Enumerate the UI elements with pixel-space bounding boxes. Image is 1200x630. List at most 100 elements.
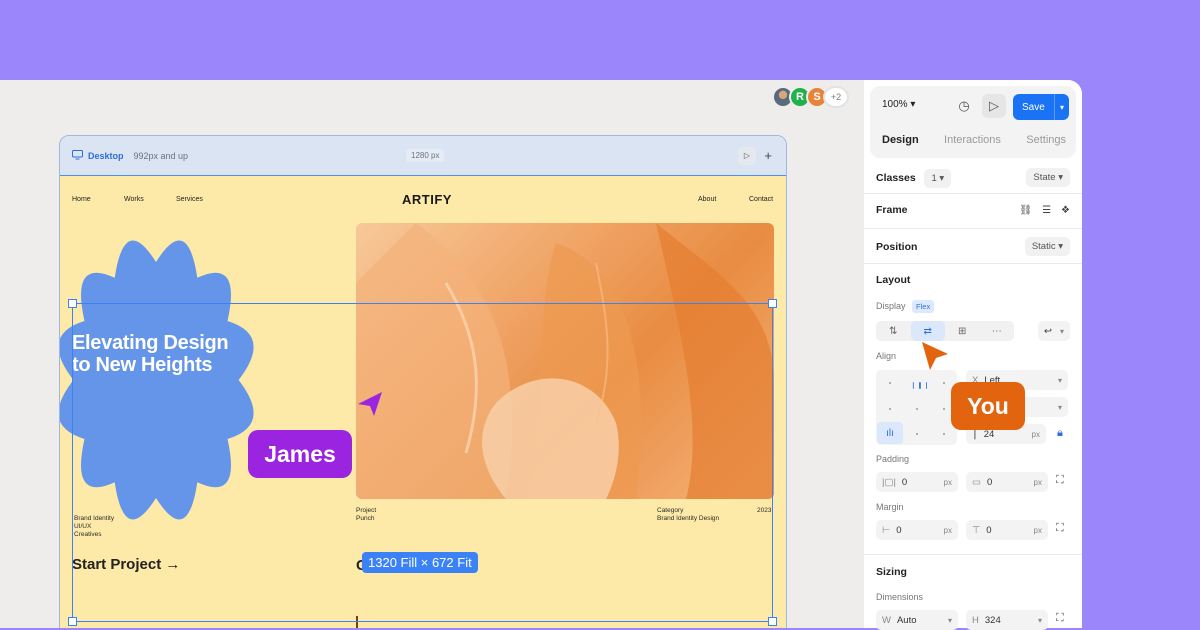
- align-dot[interactable]: [943, 408, 945, 410]
- margin-unit: px: [1033, 525, 1042, 535]
- align-dot[interactable]: [943, 382, 945, 384]
- width-value: Auto: [896, 614, 917, 626]
- classes-count: 1: [931, 172, 937, 184]
- add-breakpoint-icon[interactable]: +: [764, 148, 772, 163]
- nav-link-services[interactable]: Services: [176, 196, 203, 203]
- state-select[interactable]: State ▾: [1026, 168, 1070, 187]
- properties-panel: 100% ▾ ◷ ▷ Save ▾ Design Interactions Se…: [864, 80, 1082, 630]
- preview-play-icon[interactable]: ▷: [982, 94, 1006, 118]
- dimensions-label: Dimensions: [876, 592, 924, 602]
- divider: [864, 263, 1082, 264]
- display-mode-toggle: ⇅ ⇄ ⊞ ⋯: [876, 321, 1014, 341]
- height-select[interactable]: H 324 ▾: [966, 610, 1048, 630]
- align-bottom-left-icon[interactable]: ılı: [877, 422, 903, 444]
- breakpoint-range: 992px and up: [133, 150, 189, 161]
- margin-label: Margin: [876, 502, 904, 512]
- tab-interactions[interactable]: Interactions: [944, 134, 1001, 146]
- you-cursor-label: You: [951, 382, 1025, 430]
- align-label: Align: [876, 351, 897, 361]
- margin-unit: px: [943, 525, 952, 535]
- frame-row: Frame ⛓ ☰ ❖: [876, 204, 1070, 216]
- state-label: State: [1033, 172, 1056, 183]
- padding-horizontal-input[interactable]: |▢| 0 px: [876, 472, 958, 492]
- gap-value: 24: [983, 428, 995, 440]
- breakpoint-device[interactable]: Desktop: [88, 151, 124, 161]
- width-select[interactable]: W Auto ▾: [876, 610, 958, 630]
- padding-vertical-icon: ▭: [972, 476, 981, 488]
- tab-design[interactable]: Design: [882, 134, 919, 146]
- stack-vertical-icon[interactable]: ⇅: [876, 321, 911, 341]
- chevron-down-icon: ▾: [907, 99, 916, 110]
- you-cursor-icon: [922, 342, 948, 370]
- align-dot[interactable]: [943, 433, 945, 435]
- divider: [864, 228, 1082, 229]
- align-dot[interactable]: [889, 408, 891, 410]
- nav-link-home[interactable]: Home: [72, 196, 91, 203]
- display-row: Display Flex: [876, 300, 935, 313]
- padding-vertical-input[interactable]: ▭ 0 px: [966, 472, 1048, 492]
- grid-icon[interactable]: ⊞: [945, 321, 980, 341]
- margin-vertical-input[interactable]: ⊤ 0 px: [966, 520, 1048, 540]
- tab-settings[interactable]: Settings: [1026, 134, 1066, 146]
- resize-handle[interactable]: [68, 617, 77, 626]
- chevron-down-icon[interactable]: ▾: [1054, 94, 1069, 120]
- chevron-down-icon: ▾: [1057, 375, 1062, 385]
- frame-label: Frame: [876, 204, 908, 216]
- resize-handle[interactable]: [68, 299, 77, 308]
- margin-individual-icon[interactable]: ⛶: [1056, 522, 1064, 535]
- more-icon[interactable]: ⋯: [980, 321, 1015, 341]
- nav-link-about[interactable]: About: [698, 196, 716, 203]
- position-row: Position Static ▾: [876, 237, 1070, 256]
- selection-outline[interactable]: [72, 303, 773, 622]
- align-dot[interactable]: [889, 382, 891, 384]
- margin-vertical-value: 0: [986, 524, 992, 536]
- divider: [864, 554, 1082, 555]
- height-value: 324: [984, 614, 1001, 626]
- padding-individual-icon[interactable]: ⛶: [1056, 474, 1064, 487]
- resize-handle[interactable]: [768, 299, 777, 308]
- breakpoint-width: 1280 px: [406, 149, 445, 162]
- display-label: Display: [876, 301, 906, 311]
- component-icon[interactable]: ❖: [1061, 205, 1070, 216]
- resize-handle[interactable]: [768, 617, 777, 626]
- lock-icon[interactable]: 🔒︎: [1057, 427, 1063, 440]
- height-label: H: [972, 614, 979, 626]
- margin-horizontal-input[interactable]: ⊢ 0 px: [876, 520, 958, 540]
- aspect-ratio-icon[interactable]: ⛶: [1056, 612, 1064, 625]
- nav-link-works[interactable]: Works: [124, 196, 144, 203]
- classes-label: Classes: [876, 171, 916, 184]
- database-icon[interactable]: ☰: [1042, 205, 1051, 216]
- align-dot[interactable]: [916, 433, 918, 435]
- position-value: Static: [1031, 241, 1056, 252]
- save-label: Save: [1022, 101, 1045, 113]
- stack-horizontal-icon[interactable]: ⇄: [910, 321, 945, 341]
- nav-link-contact[interactable]: Contact: [749, 196, 773, 203]
- monitor-icon: [72, 149, 83, 162]
- chevron-down-icon: ▾: [1057, 402, 1062, 412]
- sizing-row: Sizing: [876, 566, 1070, 578]
- layout-label: Layout: [876, 274, 911, 286]
- collaborator-avatars: R S +2: [772, 86, 849, 108]
- preview-play-icon[interactable]: ▷: [738, 146, 756, 165]
- link-icon[interactable]: ⛓: [1019, 205, 1032, 216]
- more-collaborators-button[interactable]: +2: [823, 86, 849, 108]
- classes-row: Classes 1 ▾ State ▾: [876, 168, 1070, 188]
- width-label: W: [882, 614, 891, 626]
- classes-count-select[interactable]: 1 ▾: [924, 168, 952, 188]
- alignment-grid[interactable]: ╷╻╷ ılı: [876, 370, 957, 445]
- zoom-select[interactable]: 100% ▾: [882, 99, 915, 110]
- zoom-value: 100%: [882, 99, 908, 110]
- position-select[interactable]: Static ▾: [1024, 237, 1070, 256]
- align-top-center-icon[interactable]: ╷╻╷: [910, 376, 930, 389]
- padding-unit: px: [943, 477, 952, 487]
- wrap-select[interactable]: ↩ ▾: [1038, 321, 1070, 341]
- align-dot[interactable]: [916, 408, 918, 410]
- gap-unit: px: [1031, 429, 1040, 439]
- margin-horizontal-icon: ⊢: [882, 524, 891, 536]
- site-logo: ARTIFY: [402, 192, 452, 207]
- save-button[interactable]: Save ▾: [1013, 94, 1069, 120]
- layout-row: Layout: [876, 274, 1070, 286]
- padding-horizontal-value: 0: [901, 476, 908, 488]
- history-icon[interactable]: ◷: [952, 94, 976, 118]
- margin-vertical-icon: ⊤: [972, 524, 981, 536]
